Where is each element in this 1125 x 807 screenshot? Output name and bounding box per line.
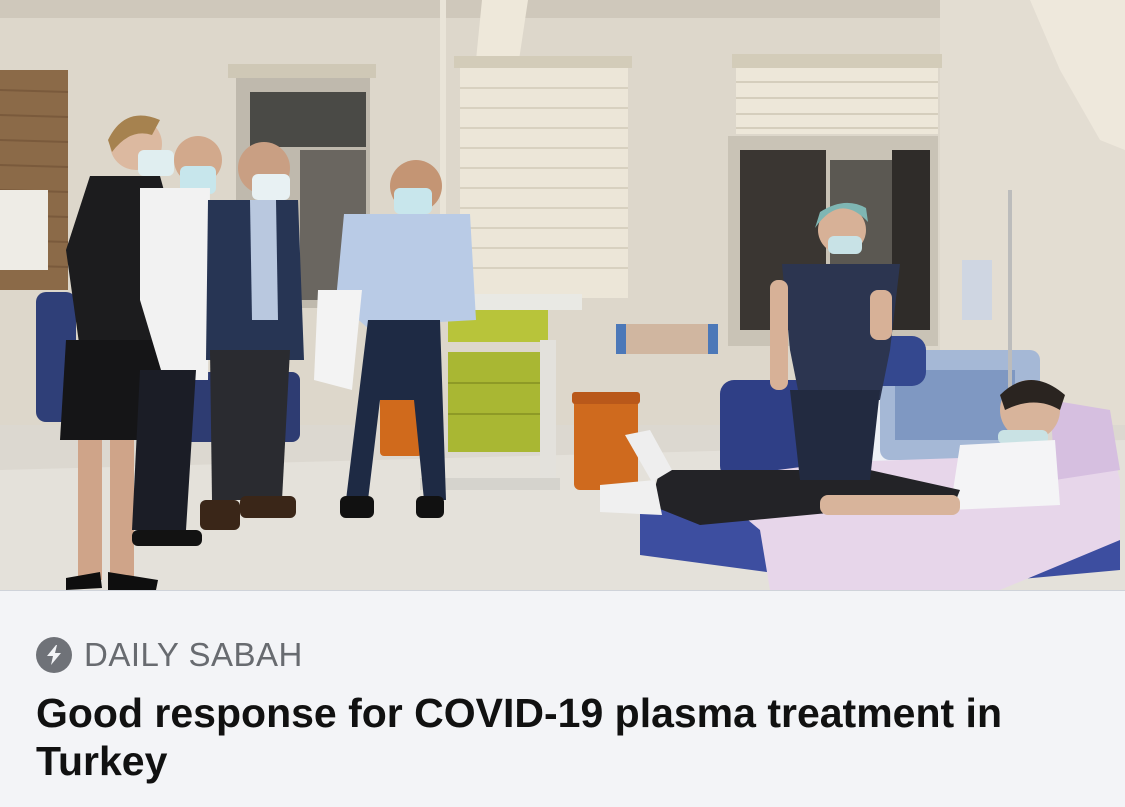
article-photo bbox=[0, 0, 1125, 590]
source-name: DAILY SABAH bbox=[84, 636, 303, 673]
link-preview-card[interactable]: DAILY SABAH Good response for COVID-19 p… bbox=[0, 0, 1125, 807]
source-row: DAILY SABAH bbox=[36, 636, 303, 673]
link-meta[interactable]: DAILY SABAH Good response for COVID-19 p… bbox=[0, 591, 1125, 807]
lightning-bolt-icon bbox=[36, 637, 72, 673]
headline[interactable]: Good response for COVID-19 plasma treatm… bbox=[36, 689, 1096, 785]
